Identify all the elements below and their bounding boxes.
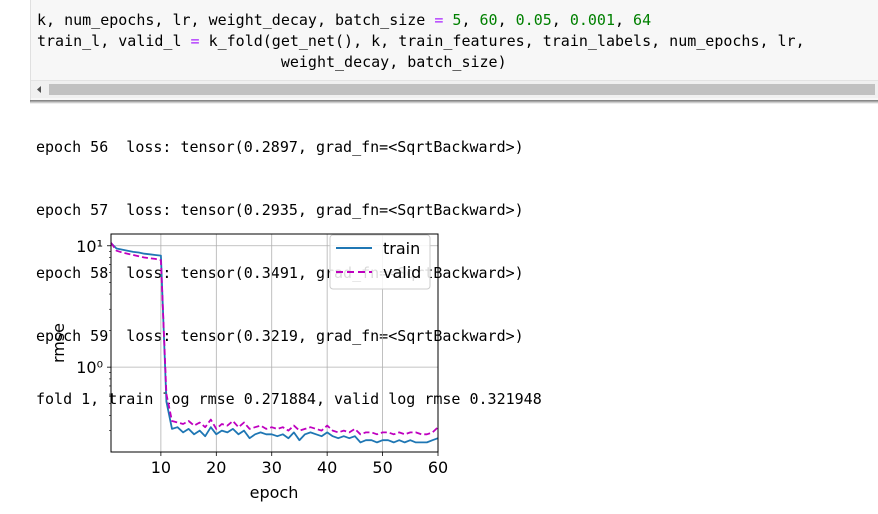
code-number: 64 <box>633 11 652 29</box>
code-text: , <box>461 11 480 29</box>
code-text: k, num_epochs, lr, weight_decay, batch_s… <box>37 11 435 29</box>
code-text: k_fold(get_net(), k, train_features, tra… <box>199 32 805 50</box>
code-number: 60 <box>479 11 498 29</box>
y-tick-label: 10¹ <box>76 237 103 256</box>
y-axis-label: rmse <box>49 323 68 363</box>
code-operator: = <box>190 32 200 50</box>
x-tick-label: 40 <box>317 458 337 477</box>
y-tick-label: 10⁰ <box>76 358 103 377</box>
legend-label-valid: valid <box>383 263 421 282</box>
code-line[interactable]: k, num_epochs, lr, weight_decay, batch_s… <box>37 10 877 31</box>
code-line[interactable]: train_l, valid_l = k_fold(get_net(), k, … <box>37 31 877 52</box>
code-text: , <box>497 11 516 29</box>
output-scroll-shadow <box>30 100 878 104</box>
rmse-chart: 10 20 30 40 50 60 10⁰ 10¹ epoch rmse train valid <box>49 233 448 502</box>
output-line: epoch 57 loss: tensor(0.2935, grad_fn=<S… <box>36 201 524 219</box>
chart-legend: train valid <box>329 234 431 290</box>
scrollbar-thumb[interactable] <box>49 84 875 95</box>
code-editor[interactable]: k, num_epochs, lr, weight_decay, batch_s… <box>37 10 877 73</box>
x-axis-label: epoch <box>250 483 299 502</box>
code-line[interactable]: weight_decay, batch_size) <box>37 52 877 73</box>
legend-label-train: train <box>383 239 420 258</box>
code-number: 0.001 <box>569 11 615 29</box>
x-tick-label: 30 <box>262 458 282 477</box>
code-text: , <box>614 11 634 29</box>
code-text: train_l, valid_l <box>37 32 191 50</box>
output-line: epoch 56 loss: tensor(0.2897, grad_fn=<S… <box>36 138 524 156</box>
x-tick-label: 60 <box>428 458 448 477</box>
x-tick-label: 20 <box>206 458 226 477</box>
code-text: weight_decay, batch_size) <box>37 53 507 71</box>
code-cell[interactable]: k, num_epochs, lr, weight_decay, batch_s… <box>30 0 878 102</box>
x-tick-label: 50 <box>372 458 392 477</box>
x-tick-label: 10 <box>151 458 171 477</box>
code-number: 0.05 <box>515 11 552 29</box>
code-text: , <box>551 11 570 29</box>
